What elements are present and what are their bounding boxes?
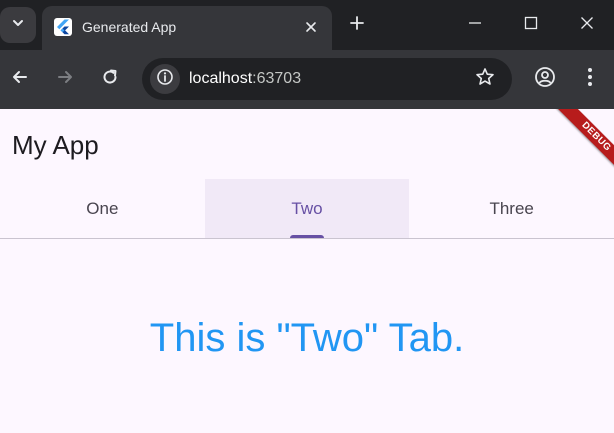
close-icon[interactable] (300, 16, 322, 38)
browser-toolbar: localhost:63703 (0, 50, 614, 109)
info-icon (156, 68, 174, 91)
url-text[interactable]: localhost:63703 (189, 69, 301, 89)
close-icon (580, 16, 594, 35)
star-icon (475, 67, 495, 92)
forward-button[interactable] (50, 64, 80, 94)
app-viewport: My App One Two Three This is "Two" Tab. … (0, 109, 614, 433)
url-host: localhost (189, 70, 253, 87)
arrow-left-icon (11, 68, 29, 91)
site-info-button[interactable] (150, 64, 180, 94)
chevron-down-icon (11, 16, 25, 35)
reload-icon (101, 68, 119, 91)
minimize-icon (468, 16, 482, 35)
url-port: :63703 (252, 70, 302, 87)
debug-banner: DEBUG (544, 109, 614, 179)
back-button[interactable] (5, 64, 35, 94)
new-tab-button[interactable] (344, 12, 370, 38)
browser-menu-button[interactable] (575, 64, 605, 94)
tab-two[interactable]: Two (204, 179, 410, 238)
close-window-button[interactable] (567, 8, 607, 42)
plus-icon (349, 15, 365, 36)
profile-icon (534, 66, 556, 93)
tab-bar: One Two Three (0, 179, 614, 238)
address-bar[interactable]: localhost:63703 (142, 58, 512, 100)
flutter-logo-icon (54, 18, 72, 36)
tab-label: One (86, 198, 119, 218)
reload-button[interactable] (95, 64, 125, 94)
minimize-button[interactable] (455, 8, 495, 42)
maximize-icon (524, 16, 538, 35)
tab-one[interactable]: One (0, 179, 205, 238)
tab-label: Two (291, 198, 323, 218)
app-bar-title: My App (12, 130, 99, 160)
tab-label: Three (489, 198, 534, 218)
debug-banner-label: DEBUG (555, 109, 614, 178)
browser-tab[interactable]: Generated App (42, 6, 332, 50)
tab-title: Generated App (82, 19, 177, 35)
arrow-right-icon (56, 68, 74, 91)
browser-titlebar: Generated App (0, 0, 614, 50)
kebab-menu-icon (587, 67, 593, 92)
bookmark-button[interactable] (472, 66, 498, 92)
maximize-button[interactable] (511, 8, 551, 42)
tab-three[interactable]: Three (409, 179, 614, 238)
profile-button[interactable] (530, 64, 560, 94)
tab-bar-divider (0, 238, 614, 239)
tab-search-button[interactable] (0, 7, 36, 43)
tab-content-text: This is "Two" Tab. (149, 316, 465, 360)
